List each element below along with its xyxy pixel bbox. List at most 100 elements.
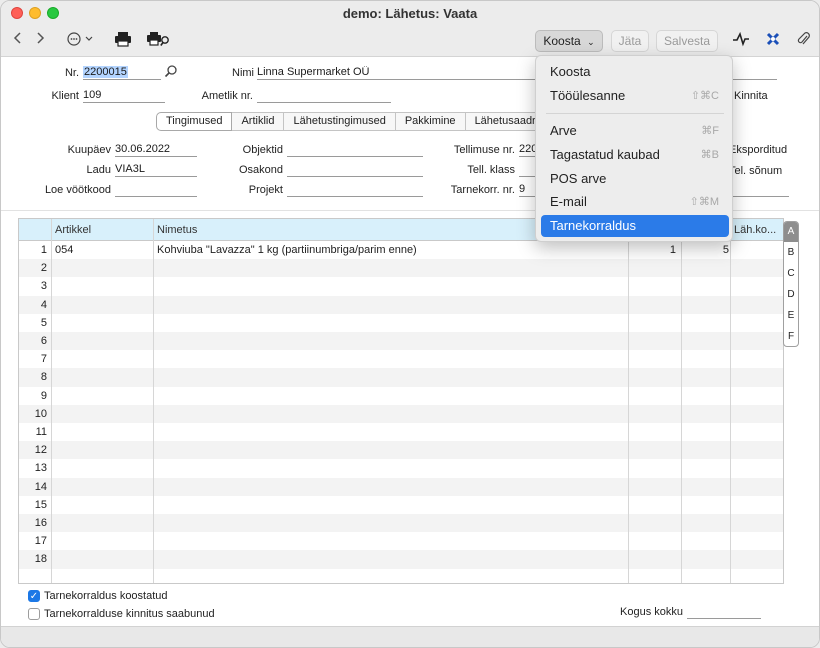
col-lahko-header[interactable]: Läh.ko... — [730, 219, 776, 241]
objektid-field[interactable] — [287, 143, 423, 157]
chevron-left-icon[interactable] — [11, 31, 25, 51]
table-row[interactable]: 3 — [19, 277, 783, 295]
tel-sonum-label: Tel. sõnum — [729, 165, 783, 177]
projekt-field[interactable] — [287, 183, 423, 197]
kogus-kokku-label: Kogus kokku — [620, 606, 683, 618]
letter-tab-b[interactable]: B — [784, 243, 798, 263]
printer-icon[interactable] — [114, 31, 132, 51]
tellimuse-nr-label: Tellimuse nr. — [453, 144, 515, 156]
tell-klass-field[interactable] — [519, 163, 535, 177]
letter-tab-e[interactable]: E — [784, 306, 798, 326]
nr-field[interactable]: 2200015 — [83, 66, 161, 80]
table-row[interactable]: 15 — [19, 496, 783, 514]
menu-item-tagastatud-kaubad[interactable]: Tagastatud kaubad ⌘B — [541, 144, 729, 166]
kogus-kokku-field[interactable] — [687, 605, 761, 619]
eksporditud-label: Eksporditud — [729, 144, 788, 156]
search-icon[interactable] — [164, 64, 178, 81]
koosta-button-label: Koosta — [543, 34, 581, 48]
kuupaev-label: Kuupäev — [67, 144, 111, 156]
tab-artiklid[interactable]: Artiklid — [232, 112, 285, 131]
menu-item-email[interactable]: E-mail ⇧⌘M — [541, 191, 729, 213]
tarnekorr-nr-label: Tarnekorr. nr. — [450, 184, 515, 196]
letter-tabs: ABCDEF — [783, 221, 799, 347]
table-row[interactable]: 6 — [19, 332, 783, 351]
table-row[interactable]: 5 — [19, 314, 783, 332]
menu-item-label: Koosta — [550, 64, 591, 79]
window-title: demo: Lähetus: Vaata — [342, 6, 478, 21]
table-row[interactable]: 14 — [19, 477, 783, 496]
tarnekorraldus-koostatud-checkbox[interactable]: ✓ — [28, 590, 40, 602]
salvesta-button[interactable]: Salvesta — [656, 30, 718, 52]
table-row[interactable]: 7 — [19, 350, 783, 368]
link-x-icon[interactable] — [764, 31, 782, 51]
table-row[interactable]: 9 — [19, 387, 783, 405]
menu-item-arve[interactable]: Arve ⌘F — [541, 120, 729, 142]
cell-shipped[interactable]: 5 — [681, 241, 729, 259]
cell-quantity[interactable]: 1 — [628, 241, 676, 259]
print-search-icon[interactable] — [147, 31, 171, 51]
row-number: 12 — [34, 444, 47, 457]
kuupaev-field[interactable]: 30.06.2022 — [115, 143, 197, 157]
letter-tab-f[interactable]: F — [784, 327, 798, 347]
grid-divider — [153, 219, 154, 583]
table-row[interactable]: 1 054 Kohviuba "Lavazza" 1 kg (partiinumbr… — [19, 241, 783, 259]
tarnekorr-nr-field[interactable]: 9 — [519, 183, 535, 197]
table-row[interactable]: 2 — [19, 259, 783, 278]
row-number: 1 — [40, 244, 47, 256]
col-nimetus-header[interactable]: Nimetus — [153, 219, 197, 241]
row-number: 13 — [34, 462, 47, 475]
table-row[interactable]: 8 — [19, 368, 783, 387]
app-window: demo: Lähetus: Vaata Koosta ⌄ Jäta Salve… — [0, 0, 820, 648]
tarnekorraldus-koostatud-label: Tarnekorraldus koostatud — [44, 590, 168, 602]
menu-item-tooulesanne[interactable]: Tööülesanne ⇧⌘C — [541, 85, 729, 107]
letter-tab-d[interactable]: D — [784, 285, 798, 305]
loe-vootkood-field[interactable] — [115, 183, 197, 197]
table-row[interactable]: 4 — [19, 295, 783, 314]
loe-vootkood-label: Loe vöötkood — [44, 184, 111, 196]
ametlik-field[interactable] — [257, 89, 391, 103]
col-artikkel-header[interactable]: Artikkel — [51, 219, 91, 241]
grid-divider — [730, 219, 731, 583]
tab-tingimused[interactable]: Tingimused — [156, 112, 233, 131]
chevron-right-icon[interactable] — [33, 31, 47, 51]
menu-shortcut: ⌘B — [700, 149, 719, 161]
menu-item-tarnekorraldus[interactable]: Tarnekorraldus — [541, 215, 729, 237]
kinnitus-saabunud-checkbox[interactable] — [28, 608, 40, 620]
letter-tab-a[interactable]: A — [784, 222, 798, 242]
table-row[interactable]: 10 — [19, 404, 783, 423]
cell-artikkel[interactable]: 054 — [55, 241, 73, 259]
row-number: 16 — [34, 517, 47, 529]
activity-icon[interactable] — [732, 31, 750, 51]
row-number: 18 — [34, 553, 47, 566]
table-row[interactable]: 13 — [19, 459, 783, 477]
chevron-down-icon: ⌄ — [587, 37, 595, 47]
paperclip-icon[interactable] — [796, 31, 812, 51]
ellipsis-circle-icon[interactable] — [65, 31, 99, 51]
row-number: 4 — [40, 298, 47, 311]
menu-item-pos-arve[interactable]: POS arve — [541, 168, 729, 190]
right-blank-field[interactable] — [731, 183, 789, 197]
objektid-label: Objektid — [242, 144, 283, 156]
table-row[interactable]: 18 — [19, 550, 783, 569]
tab-pakkimine[interactable]: Pakkimine — [395, 112, 466, 131]
table-row[interactable]: 17 — [19, 532, 783, 550]
koosta-menu: Koosta Tööülesanne ⇧⌘C Arve ⌘F Tagastatud … — [535, 55, 733, 242]
tellimuse-nr-field[interactable]: 2200 — [519, 143, 535, 157]
table-row[interactable]: 16 — [19, 514, 783, 533]
letter-tab-c[interactable]: C — [784, 264, 798, 284]
koosta-button[interactable]: Koosta ⌄ — [535, 30, 603, 52]
menu-item-koosta[interactable]: Koosta — [541, 61, 729, 83]
items-grid[interactable]: Artikkel Nimetus Läh.ko... 1 054 Kohviuba … — [18, 218, 784, 584]
klient-label: Klient — [51, 90, 79, 102]
ametlik-label: Ametlik nr. — [201, 90, 253, 102]
jata-button[interactable]: Jäta — [611, 30, 649, 52]
row-number: 11 — [35, 426, 47, 438]
ladu-field[interactable]: VIA3L — [115, 163, 197, 177]
row-number: 5 — [40, 316, 47, 329]
tab-lahetustingimused[interactable]: Lähetustingimused — [284, 112, 396, 131]
osakond-field[interactable] — [287, 163, 423, 177]
table-row[interactable]: 12 — [19, 441, 783, 460]
cell-nimetus[interactable]: Kohviuba "Lavazza" 1 kg (partiinumbriga/… — [157, 241, 417, 259]
klient-field[interactable]: 109 — [83, 89, 165, 103]
table-row[interactable]: 11 — [19, 423, 783, 441]
